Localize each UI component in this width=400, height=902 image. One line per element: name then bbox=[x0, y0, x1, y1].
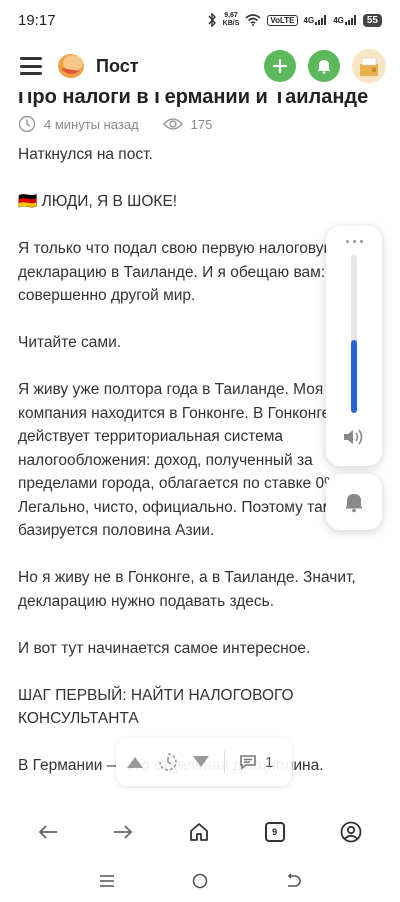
app-logo-icon[interactable] bbox=[56, 51, 86, 81]
signal-1-label: 4G bbox=[303, 16, 315, 25]
clock-icon bbox=[18, 115, 36, 133]
volte-badge: VoLTE bbox=[267, 14, 298, 26]
header-title: Пост bbox=[96, 55, 139, 76]
scroll-up-icon[interactable] bbox=[126, 755, 144, 769]
browser-bottom-bar: 9 bbox=[0, 804, 400, 860]
article-float-toolbar: 1 bbox=[116, 738, 292, 786]
avatar[interactable] bbox=[352, 49, 386, 83]
status-indicators: 9,67 KB/S VoLTE 4G 4G 55 bbox=[207, 12, 382, 28]
net-speed-unit: KB/S bbox=[222, 20, 240, 27]
back-arrow-icon[interactable] bbox=[38, 824, 58, 840]
add-post-button[interactable] bbox=[264, 50, 296, 82]
signal-2: 4G bbox=[333, 15, 357, 25]
speaker-icon[interactable] bbox=[342, 427, 366, 452]
paragraph: ШАГ ПЕРВЫЙ: НАЙТИ НАЛОГОВОГО КОНСУЛЬТАНТ… bbox=[18, 686, 294, 728]
bell-icon bbox=[346, 494, 362, 513]
comment-icon bbox=[240, 755, 256, 770]
app-header: Пост bbox=[0, 40, 400, 92]
volume-more-icon[interactable] bbox=[345, 240, 363, 243]
time-ago: 4 минуты назад bbox=[18, 115, 139, 133]
forward-arrow-icon[interactable] bbox=[113, 824, 133, 840]
toolbar-divider bbox=[224, 751, 225, 773]
article-meta: 4 минуты назад 175 bbox=[18, 115, 382, 133]
bluetooth-icon bbox=[207, 13, 217, 27]
back-icon[interactable] bbox=[285, 873, 302, 889]
net-speed: 9,67 KB/S bbox=[223, 12, 240, 28]
wifi-icon bbox=[245, 14, 261, 26]
scroll-down-icon[interactable] bbox=[192, 755, 210, 769]
system-nav-bar bbox=[0, 860, 400, 902]
bell-icon bbox=[318, 60, 330, 74]
comments-button[interactable]: 1 bbox=[239, 754, 273, 771]
signal-1: 4G bbox=[304, 15, 328, 25]
time-ago-text: 4 минуты назад bbox=[44, 116, 139, 132]
paragraph: И вот тут начинается самое интересное. bbox=[18, 639, 311, 657]
status-bar: 19:17 9,67 KB/S VoLTE 4G 4G 55 bbox=[0, 0, 400, 40]
home-circle-icon[interactable] bbox=[192, 873, 208, 889]
battery-indicator: 55 bbox=[362, 13, 382, 27]
tabs-button[interactable]: 9 bbox=[264, 822, 285, 842]
signal-bars-icon bbox=[344, 15, 356, 25]
notifications-button[interactable] bbox=[308, 50, 340, 82]
signal-2-label: 4G bbox=[333, 16, 344, 25]
paragraph: Но я живу не в Гонконге, а в Таиланде. З… bbox=[18, 569, 356, 610]
views: 175 bbox=[162, 116, 213, 132]
home-icon[interactable] bbox=[189, 822, 209, 842]
menu-icon[interactable] bbox=[20, 57, 42, 75]
paragraph: 🇩🇪 ЛЮДИ, Я В ШОКЕ! bbox=[18, 193, 178, 210]
ring-mode-button[interactable] bbox=[326, 474, 382, 530]
eye-icon bbox=[162, 118, 183, 130]
avatar-image bbox=[352, 49, 386, 83]
recent-apps-icon[interactable] bbox=[99, 874, 115, 888]
plus-icon bbox=[272, 58, 288, 74]
volume-level bbox=[351, 340, 357, 413]
volume-slider[interactable] bbox=[351, 255, 357, 413]
status-time: 19:17 bbox=[18, 11, 56, 29]
net-speed-value: 9,67 bbox=[224, 12, 238, 19]
header-actions bbox=[264, 49, 386, 83]
comments-count: 1 bbox=[265, 753, 274, 771]
profile-icon[interactable] bbox=[340, 821, 362, 843]
history-icon[interactable] bbox=[158, 752, 178, 772]
signal-bars-icon bbox=[315, 15, 327, 25]
paragraph: Наткнулся на пост. bbox=[18, 146, 153, 163]
volume-panel bbox=[326, 226, 382, 466]
views-count: 175 bbox=[190, 116, 213, 132]
